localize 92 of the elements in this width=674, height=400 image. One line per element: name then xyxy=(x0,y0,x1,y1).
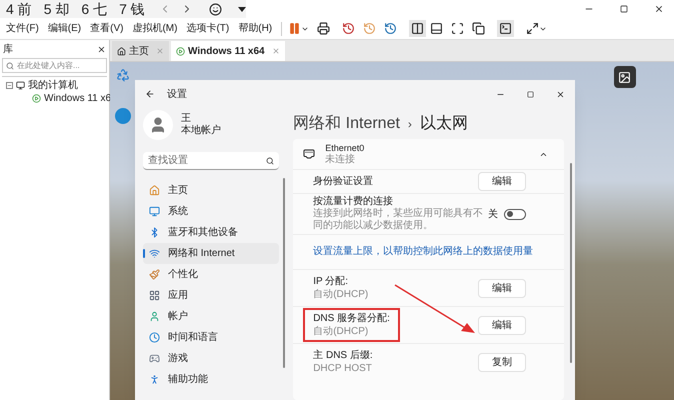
brush-icon xyxy=(149,269,160,280)
accessibility-icon xyxy=(149,374,160,385)
setting-value: DHCP HOST xyxy=(313,362,373,375)
search-icon xyxy=(6,62,14,70)
setting-label: 按流量计费的连接 xyxy=(313,196,394,208)
close-icon[interactable] xyxy=(556,90,565,98)
pause-icon[interactable] xyxy=(288,22,302,35)
adapter-name: Ethernet0 xyxy=(325,142,366,154)
bluetooth-icon xyxy=(149,227,160,238)
search-placeholder: 查找设置 xyxy=(148,154,188,168)
layout-icon[interactable] xyxy=(430,22,444,35)
vm-tab[interactable]: 主页 xyxy=(112,41,169,61)
home-icon xyxy=(117,46,126,56)
vm-icon xyxy=(176,46,185,56)
smiley-icon[interactable] xyxy=(208,2,222,16)
menu-item[interactable]: 文件(F) xyxy=(6,21,39,36)
nav-item[interactable]: 辅助功能 xyxy=(143,369,280,390)
adapter-status: 未连接 xyxy=(325,154,356,166)
account-type: 本地帐户 xyxy=(181,125,221,137)
top-tab[interactable]: 6 七 xyxy=(75,0,114,18)
ethernet-icon xyxy=(303,148,316,160)
setting-description: 连接到此网络时，某些应用可能具有不同的功能以减少数据使用。 xyxy=(313,208,484,232)
action-button[interactable]: 编辑 xyxy=(478,172,526,191)
setting-label: IP 分配: xyxy=(313,275,350,288)
window-title: 设置 xyxy=(167,88,187,102)
scrollbar[interactable] xyxy=(283,178,286,368)
windows-icon[interactable] xyxy=(472,22,486,35)
library-title: 库 xyxy=(3,42,13,56)
caret-icon[interactable] xyxy=(238,6,246,12)
computer-icon xyxy=(16,81,25,90)
page-title: 以太网 xyxy=(420,114,468,134)
action-button[interactable]: 复制 xyxy=(478,352,526,372)
vm-tab[interactable]: Windows 11 x64 xyxy=(171,41,285,61)
user-name: 王 xyxy=(181,113,192,124)
search-placeholder: 在此处键入内容... xyxy=(17,60,80,72)
setting-value: 自动(DHCP) xyxy=(313,325,370,338)
snapshot-icon[interactable] xyxy=(342,22,356,35)
printer-icon[interactable] xyxy=(317,22,330,35)
clock-icon xyxy=(149,332,160,343)
person-icon xyxy=(149,311,160,322)
nav-item[interactable]: 应用 xyxy=(143,285,280,306)
menu-item[interactable]: 帮助(H) xyxy=(238,21,272,36)
scrollbar[interactable] xyxy=(570,163,572,363)
tree-toggle[interactable] xyxy=(6,82,13,89)
data-limit-link[interactable]: 设置流量上限，以帮助控制此网络上的数据使用量 xyxy=(313,246,534,257)
home-icon xyxy=(149,185,160,196)
setting-value: 自动(DHCP) xyxy=(313,288,368,301)
breadcrumb-parent[interactable]: 网络和 Internet xyxy=(293,112,400,136)
tree-item[interactable]: 我的计算机 xyxy=(28,78,78,93)
monitor-icon xyxy=(149,206,160,217)
nav-item[interactable]: 系统 xyxy=(143,201,280,222)
top-tab[interactable]: 4 前 xyxy=(0,0,38,18)
setting-label: 身份验证设置 xyxy=(313,175,374,188)
breadcrumb-separator: › xyxy=(408,116,412,133)
toggle-switch[interactable] xyxy=(504,208,526,220)
nav-item[interactable]: 个性化 xyxy=(143,264,280,285)
avatar xyxy=(143,110,173,140)
menu-item[interactable]: 虚拟机(M) xyxy=(132,21,178,36)
nav-item[interactable]: 蓝牙和其他设备 xyxy=(143,222,280,243)
nav-item[interactable]: 主页 xyxy=(143,180,280,201)
console-icon[interactable] xyxy=(497,20,514,37)
photos-app-icon[interactable] xyxy=(614,66,636,88)
action-button[interactable]: 编辑 xyxy=(478,316,526,334)
wifi-icon xyxy=(149,248,160,259)
close-icon[interactable] xyxy=(654,4,664,14)
top-tab[interactable]: 5 却 xyxy=(38,0,76,18)
search-icon xyxy=(266,156,274,164)
stretch-icon[interactable] xyxy=(526,22,540,35)
nav-item[interactable]: 帐户 xyxy=(143,306,280,327)
maximize-icon[interactable] xyxy=(620,5,628,13)
setting-label: 主 DNS 后缀: xyxy=(313,349,373,362)
toggle-label: 关 xyxy=(488,208,498,222)
library-search-field[interactable]: 在此处键入内容... xyxy=(2,58,107,73)
menu-item[interactable]: 选项卡(T) xyxy=(186,21,230,36)
menu-item[interactable]: 编辑(E) xyxy=(48,21,82,36)
nav-item[interactable]: 时间和语言 xyxy=(143,327,280,348)
gamepad-icon xyxy=(149,353,160,364)
settings-search-field[interactable]: 查找设置 xyxy=(143,152,280,170)
layout-icon[interactable] xyxy=(409,20,426,37)
maximize-icon[interactable] xyxy=(527,90,534,98)
menu-item[interactable]: 查看(V) xyxy=(90,21,124,36)
nav-item[interactable]: 游戏 xyxy=(143,348,280,369)
setting-label: DNS 服务器分配: xyxy=(313,312,390,325)
fullscreen-icon[interactable] xyxy=(451,22,464,35)
back-icon[interactable] xyxy=(145,89,155,99)
snapshot-icon[interactable] xyxy=(384,22,398,35)
top-tab[interactable]: 7 钱 xyxy=(113,0,151,18)
apps-icon xyxy=(149,290,160,301)
nav-item[interactable]: 网络和 Internet xyxy=(143,243,280,264)
vm-icon xyxy=(32,94,41,103)
action-button[interactable]: 编辑 xyxy=(478,278,526,298)
close-icon[interactable] xyxy=(97,44,106,54)
